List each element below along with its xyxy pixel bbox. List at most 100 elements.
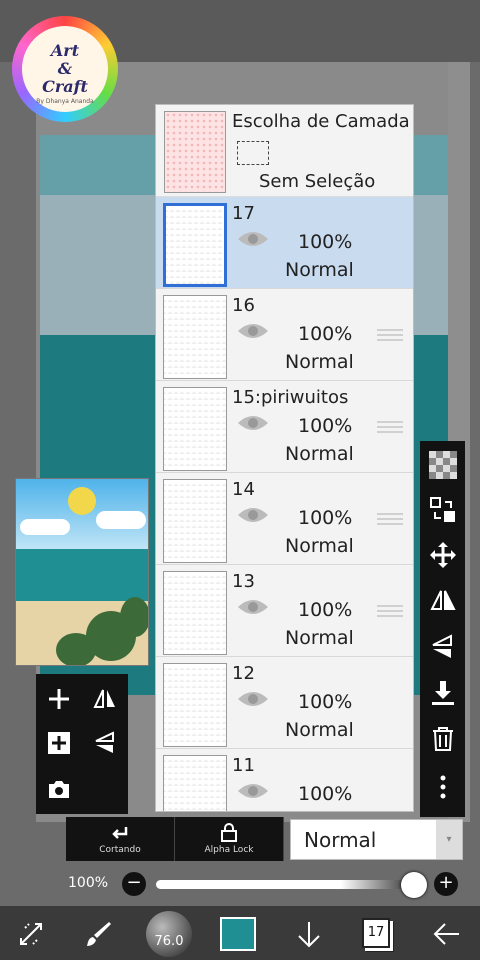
preview-bush <box>56 633 96 665</box>
trash-icon[interactable] <box>420 717 465 761</box>
eye-icon[interactable] <box>236 781 270 801</box>
flip-layer-vertical-icon[interactable] <box>82 720 128 766</box>
brush-icon[interactable] <box>76 911 122 957</box>
layer-row-17[interactable]: 17 100% Normal <box>156 197 413 289</box>
layer-thumbnail <box>163 387 227 471</box>
layer-row-13[interactable]: 13 100% Normal <box>156 565 413 657</box>
eye-icon[interactable] <box>236 413 270 433</box>
layer-panel: Escolha de Camada Sem Seleção 17 100% No… <box>155 104 414 812</box>
layer-opacity: 100% <box>298 323 353 345</box>
layer-opacity: 100% <box>298 783 353 805</box>
flip-horizontal-icon[interactable] <box>420 579 465 623</box>
clipping-button[interactable]: Cortando <box>66 817 175 861</box>
flip-vertical-icon[interactable] <box>420 625 465 669</box>
layer-row-14[interactable]: 14 100% Normal <box>156 473 413 565</box>
eye-icon[interactable] <box>236 597 270 617</box>
selection-layer-row[interactable]: Escolha de Camada Sem Seleção <box>156 105 413 197</box>
layer-blend-mode: Normal <box>285 535 354 557</box>
layer-opacity: 100% <box>298 507 353 529</box>
selection-layer-thumbnail <box>164 111 226 193</box>
layer-selection-icon[interactable] <box>420 488 465 532</box>
app-screen: Art & Craft By Dhanya Ananda Escolha de … <box>0 0 480 960</box>
layer-opacity: 100% <box>298 691 353 713</box>
preview-cloud <box>20 519 70 535</box>
eye-icon[interactable] <box>236 321 270 341</box>
layer-blend-mode: Normal <box>285 627 354 649</box>
opacity-slider-track[interactable] <box>156 880 420 889</box>
layer-thumbnail <box>163 295 227 379</box>
layer-tools-toolbar <box>420 441 465 817</box>
move-icon[interactable] <box>420 533 465 577</box>
layer-blend-mode: Normal <box>285 443 354 465</box>
chevron-down-icon: ▾ <box>436 820 462 859</box>
layer-opacity: 100% <box>298 599 353 621</box>
logo-text-art: Art <box>50 41 80 60</box>
logo-text-amp: & <box>57 59 73 78</box>
color-swatch[interactable] <box>220 917 256 951</box>
opacity-slider-knob[interactable] <box>401 872 427 898</box>
layer-row-16[interactable]: 16 100% Normal <box>156 289 413 381</box>
blend-mode-select[interactable]: Normal ▾ <box>290 819 463 860</box>
layer-options-bar: Cortando Alpha Lock <box>66 817 284 861</box>
brush-size-indicator[interactable]: 76.0 <box>146 911 192 957</box>
blend-mode-value: Normal <box>304 827 377 852</box>
preview-sea <box>16 549 148 601</box>
more-options-icon[interactable] <box>420 765 465 809</box>
layer-blend-mode: Normal <box>285 351 354 373</box>
alpha-lock-label: Alpha Lock <box>204 845 254 855</box>
camera-icon[interactable] <box>36 766 82 812</box>
eye-icon[interactable] <box>236 229 270 249</box>
clipping-label: Cortando <box>99 845 141 855</box>
merge-down-icon[interactable] <box>420 671 465 715</box>
layer-count-button[interactable]: 17 <box>362 918 390 948</box>
layer-thumbnail <box>163 203 227 287</box>
preview-cloud <box>96 511 146 529</box>
alpha-lock-button[interactable]: Alpha Lock <box>175 817 284 861</box>
opacity-label: 100% <box>68 875 109 891</box>
back-arrow-icon[interactable] <box>424 911 470 957</box>
drag-handle-icon[interactable] <box>377 329 403 343</box>
layer-name: 11 <box>232 755 255 776</box>
canvas-preview-thumbnail[interactable] <box>15 478 149 666</box>
add-layer-icon[interactable] <box>36 676 82 722</box>
layer-blend-mode: Normal <box>285 259 354 281</box>
watermark-logo: Art & Craft By Dhanya Ananda <box>12 16 118 122</box>
eye-icon[interactable] <box>236 505 270 525</box>
selection-layer-title: Escolha de Camada <box>232 111 410 132</box>
logo-inner: Art & Craft By Dhanya Ananda <box>22 26 108 112</box>
drag-handle-icon[interactable] <box>377 513 403 527</box>
logo-subtitle: By Dhanya Ananda <box>36 98 94 105</box>
layer-name: 14 <box>232 479 255 500</box>
selection-marquee-icon <box>237 141 269 165</box>
arrow-down-icon[interactable] <box>286 911 332 957</box>
opacity-increase-button[interactable]: + <box>434 872 458 896</box>
layer-row-11[interactable]: 11 100% <box>156 749 413 811</box>
preview-bush <box>120 597 148 637</box>
eye-icon[interactable] <box>236 689 270 709</box>
layer-row-15[interactable]: 15:piriwuitos 100% Normal <box>156 381 413 473</box>
logo-text-craft: Craft <box>42 77 88 96</box>
layer-thumbnail <box>163 755 227 811</box>
layer-add-toolbar <box>36 674 128 814</box>
transform-icon[interactable] <box>8 911 54 957</box>
layer-opacity: 100% <box>298 231 353 253</box>
layer-name: 15:piriwuitos <box>232 387 349 408</box>
drag-handle-icon[interactable] <box>377 605 403 619</box>
layer-thumbnail <box>163 571 227 655</box>
preview-sun <box>68 487 96 515</box>
layer-name: 13 <box>232 571 255 592</box>
layer-thumbnail <box>163 663 227 747</box>
opacity-decrease-button[interactable]: − <box>122 872 146 896</box>
opacity-slider-row: 100% − + <box>58 866 468 902</box>
transparency-checker-icon[interactable] <box>420 443 465 487</box>
layer-row-12[interactable]: 12 100% Normal <box>156 657 413 749</box>
layer-blend-mode: Normal <box>285 719 354 741</box>
layer-name: 16 <box>232 295 255 316</box>
layer-name: 12 <box>232 663 255 684</box>
flip-layer-horizontal-icon[interactable] <box>82 676 128 722</box>
drag-handle-icon[interactable] <box>377 421 403 435</box>
layer-thumbnail <box>163 479 227 563</box>
layer-name: 17 <box>232 203 255 224</box>
add-layer-square-icon[interactable] <box>36 720 82 766</box>
layer-opacity: 100% <box>298 415 353 437</box>
